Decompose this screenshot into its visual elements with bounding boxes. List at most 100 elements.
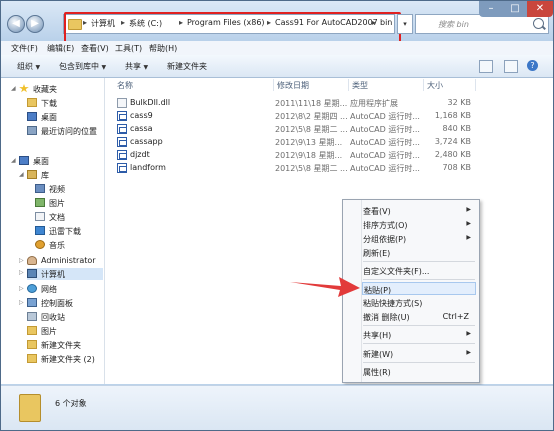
chevron-down-icon: ▼ [101,64,107,71]
menu-item-refresh-label: 刷新(E) [363,249,391,258]
recycle-bin-icon [27,312,37,321]
organize-button[interactable]: 组织 ▼ [17,61,40,72]
menu-help[interactable]: 帮助(H) [149,43,177,54]
file-type: AutoCAD 运行时... [350,138,420,147]
menu-item-refresh[interactable]: 刷新(E) [363,246,475,259]
file-size: 708 KB [442,163,471,172]
address-dropdown-button[interactable]: ▾ [397,14,413,34]
nav-thunder-downloads-label: 迅雷下载 [49,227,81,236]
file-name: cassa [130,124,153,133]
file-type: 应用程序扩展 [350,99,398,108]
nav-recycle-bin-label: 回收站 [41,313,65,322]
column-header-type[interactable]: 类型 [352,80,368,91]
share-button[interactable]: 共享 ▼ [125,61,148,72]
expand-icon[interactable]: ◢ [19,171,24,178]
menu-item-properties-label: 属性(R) [363,368,391,377]
column-separator[interactable] [475,79,476,91]
item-count: 6 个对象 [55,399,87,408]
new-folder-button[interactable]: 新建文件夹 [167,61,207,72]
autocad-file-icon [117,163,127,173]
file-row[interactable]: BulkDll.dll 2011\11\18 星期... 应用程序扩展 32 K… [113,97,473,109]
forward-button[interactable]: ▶ [26,15,44,33]
autocad-file-icon [117,111,127,121]
control-panel-icon [27,298,37,307]
file-row[interactable]: cassa 2012\5\8 星期二 ... AutoCAD 运行时... 84… [113,123,473,135]
menu-item-properties[interactable]: 属性(R) [363,365,475,378]
back-button[interactable]: ◀ [7,15,25,33]
menu-tools[interactable]: 工具(T) [115,43,142,54]
menu-item-new[interactable]: 新建(W) ▶ [363,347,475,360]
column-header-name[interactable]: 名称 [117,80,133,91]
maximize-button[interactable]: □ [503,1,527,17]
menu-item-sort-label: 排序方式(O) [363,221,408,230]
file-row[interactable]: cassapp 2012\9\13 星期... AutoCAD 运行时... 3… [113,136,473,148]
file-row[interactable]: cass9 2012\8\2 星期四 ... AutoCAD 运行时... 1,… [113,110,473,122]
file-list-pane[interactable]: 名称 修改日期 类型 大小 BulkDll.dll 2011\11\18 星期.… [105,78,553,384]
file-row[interactable]: djzdt 2012\9\18 星期... AutoCAD 运行时... 2,4… [113,149,473,161]
nav-desktop-favorite-label: 桌面 [41,113,57,122]
minimize-button[interactable]: – [479,1,503,17]
file-type: AutoCAD 运行时... [350,151,420,160]
expand-icon[interactable]: ▷ [19,299,24,306]
submenu-arrow-icon: ▶ [466,330,471,337]
dll-icon [117,98,127,108]
column-header-size[interactable]: 大小 [427,80,443,91]
recent-places-icon [27,126,37,135]
menu-item-customize-folder[interactable]: 自定义文件夹(F)... [363,264,475,277]
menu-item-paste-shortcut[interactable]: 粘贴快捷方式(S) [363,296,475,309]
menu-item-view[interactable]: 查看(V) ▶ [363,204,475,217]
menu-item-new-label: 新建(W) [363,350,394,359]
menu-separator [363,362,475,363]
column-separator[interactable] [273,79,274,91]
column-separator[interactable] [348,79,349,91]
column-separator[interactable] [423,79,424,91]
expand-icon[interactable]: ▷ [19,285,24,292]
menu-edit[interactable]: 编辑(E) [47,43,74,54]
file-name: BulkDll.dll [130,98,171,107]
expand-icon[interactable]: ◢ [11,157,16,164]
menu-item-paste[interactable]: 粘贴(P) [362,282,476,295]
include-library-button[interactable]: 包含到库中 ▼ [59,61,106,72]
help-icon[interactable]: ? [527,60,538,71]
context-menu: 查看(V) ▶ 排序方式(O) ▶ 分组依据(P) ▶ 刷新(E) 自定义文件夹(F)… [342,199,480,383]
menu-separator [363,343,475,344]
search-icon[interactable] [533,18,544,29]
file-size: 840 KB [442,124,471,133]
file-date: 2011\11\18 星期... [275,99,348,108]
file-date: 2012\9\18 星期... [275,151,343,160]
thunder-icon [35,226,45,235]
expand-icon[interactable]: ▷ [19,269,24,276]
file-name: landform [130,163,166,172]
menu-item-undo-delete[interactable]: 撤消 删除(U) Ctrl+Z [363,310,475,323]
include-library-label: 包含到库中 [59,62,99,71]
view-options-icon[interactable] [479,60,493,73]
navigation-pane: ◢ 收藏夹 下载 桌面 最近访问的位置 ◢ 桌面 ◢ 库 视频 图片 文档 迅雷下载 … [1,78,105,384]
expand-icon[interactable]: ▷ [19,257,24,264]
autocad-file-icon [117,124,127,134]
organize-label: 组织 [17,62,33,71]
nav-new-folder-2-label: 新建文件夹 (2) [41,355,95,364]
column-header-date[interactable]: 修改日期 [277,80,309,91]
folder-icon [27,326,37,335]
computer-icon [27,269,37,278]
nav-computer[interactable]: ▷ 计算机 [19,268,103,280]
file-row[interactable]: landform 2012\5\8 星期二 ... AutoCAD 运行时...… [113,162,473,174]
menu-view[interactable]: 查看(V) [81,43,109,54]
preview-pane-icon[interactable] [504,60,518,73]
menu-file[interactable]: 文件(F) [11,43,38,54]
nav-downloads-label: 下载 [41,99,57,108]
file-size: 3,724 KB [434,137,471,146]
menu-item-share[interactable]: 共享(H) ▶ [363,328,475,341]
nav-pictures-label: 图片 [49,199,65,208]
menu-separator [363,279,475,280]
menu-bar: 文件(F) 编辑(E) 查看(V) 工具(T) 帮助(H) [1,41,553,56]
menu-item-group[interactable]: 分组依据(P) ▶ [363,232,475,245]
menu-item-share-label: 共享(H) [363,331,392,340]
menu-item-paste-label: 粘贴(P) [364,286,392,295]
expand-icon[interactable]: ◢ [11,85,16,92]
submenu-arrow-icon: ▶ [466,234,471,241]
close-button[interactable]: ✕ [527,1,553,17]
search-box[interactable]: 搜索 bin [415,14,549,34]
menu-item-sort[interactable]: 排序方式(O) ▶ [363,218,475,231]
file-size: 2,480 KB [434,150,471,159]
